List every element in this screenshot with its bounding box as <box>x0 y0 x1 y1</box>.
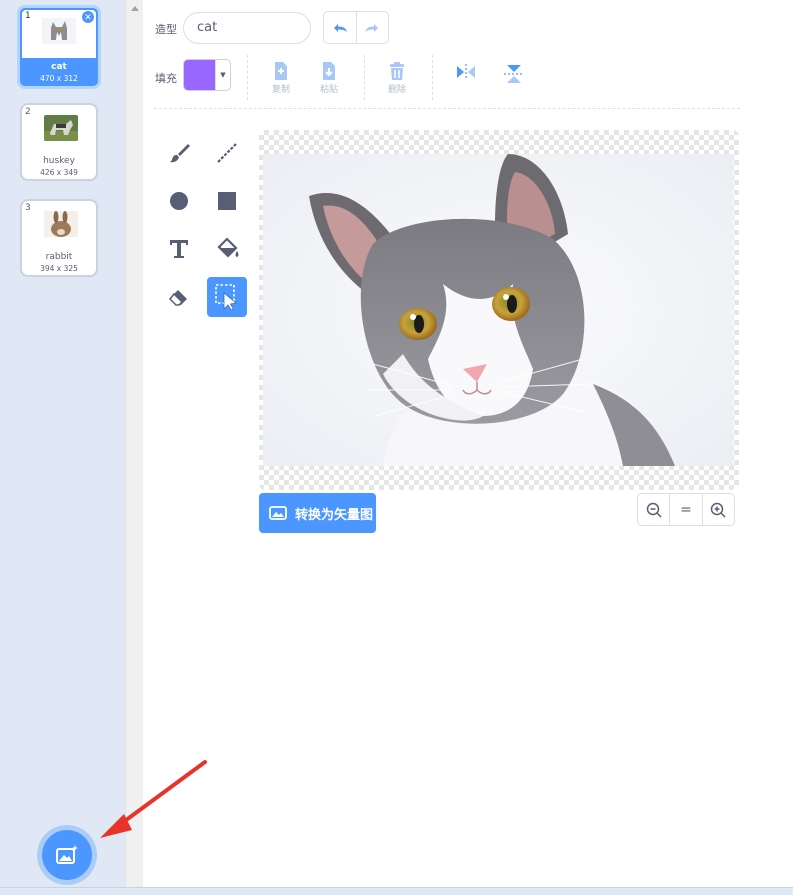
paint-editor-screen: 1 ✕ cat 470 x 312 2 huskey 426 x 349 3 r… <box>0 0 793 895</box>
annotation-arrow <box>100 760 207 838</box>
